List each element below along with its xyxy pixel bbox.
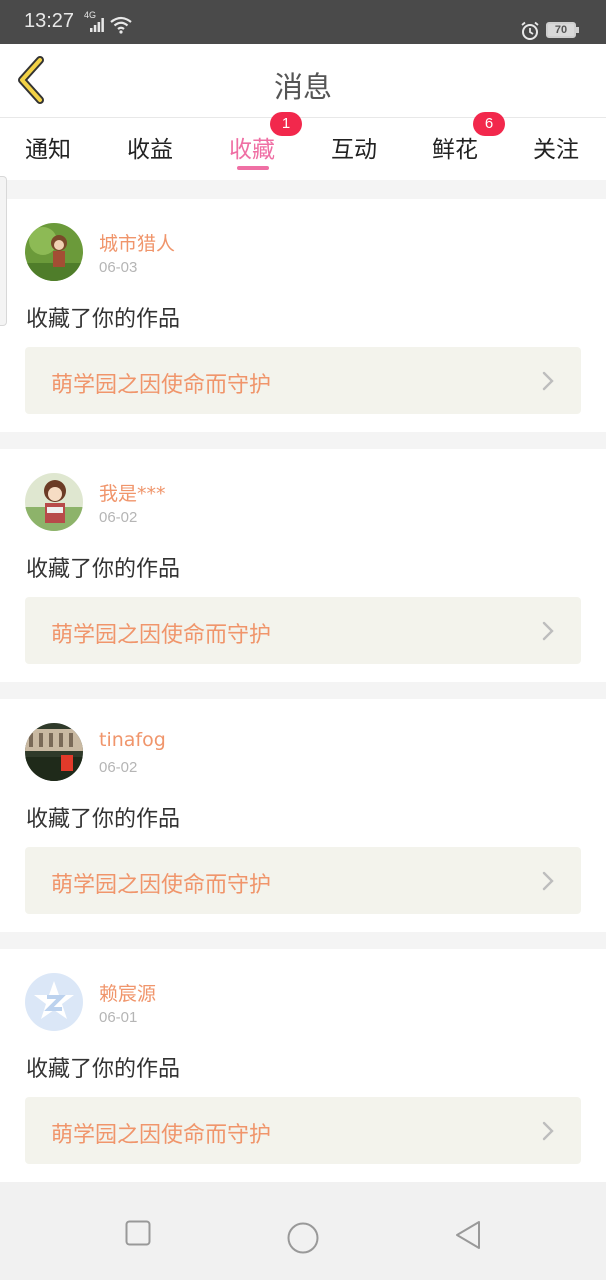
tab-bar: 通知 收益 收藏 1 互动 鲜花 6 关注 [0, 112, 606, 180]
favorite-list-item: 赖宸源 06-01 收藏了你的作品 萌学园之因使命而守护 [0, 949, 606, 1182]
work-title: 萌学园之因使命而守护 [51, 1123, 272, 1148]
item-date: 06-02 [99, 509, 138, 526]
work-link[interactable]: 萌学园之因使命而守护 [25, 847, 581, 914]
action-text: 收藏了你的作品 [26, 307, 181, 332]
action-text: 收藏了你的作品 [26, 807, 181, 832]
user-name[interactable]: 我是*** [99, 479, 166, 506]
active-tab-indicator [237, 166, 269, 170]
chevron-right-icon [542, 871, 554, 891]
tab-interactions[interactable]: 互动 [331, 130, 377, 164]
circle-home-icon[interactable] [287, 1222, 319, 1254]
work-title: 萌学园之因使命而守护 [51, 623, 272, 648]
triangle-back-icon[interactable] [454, 1220, 482, 1250]
square-recent-icon[interactable] [125, 1220, 151, 1246]
chevron-right-icon [542, 371, 554, 391]
action-text: 收藏了你的作品 [26, 1057, 181, 1082]
work-link[interactable]: 萌学园之因使命而守护 [25, 1097, 581, 1164]
user-name[interactable]: 赖宸源 [99, 979, 156, 1006]
favorites-count-badge: 1 [270, 112, 302, 136]
tab-earnings[interactable]: 收益 [127, 130, 173, 164]
action-text: 收藏了你的作品 [26, 557, 181, 582]
chevron-right-icon [542, 1121, 554, 1141]
work-link[interactable]: 萌学园之因使命而守护 [25, 597, 581, 664]
avatar[interactable] [25, 473, 83, 531]
work-link[interactable]: 萌学园之因使命而守护 [25, 347, 581, 414]
status-bar: 13:27 4G 70 [0, 0, 606, 44]
alarm-icon [521, 21, 539, 40]
user-name[interactable]: 城市猎人 [99, 229, 175, 256]
item-date: 06-03 [99, 259, 138, 276]
flowers-count-badge: 6 [473, 112, 505, 136]
avatar[interactable] [25, 223, 83, 281]
tab-follows[interactable]: 关注 [533, 130, 579, 164]
user-name[interactable]: tinafog [99, 729, 166, 751]
status-time: 13:27 [24, 10, 75, 32]
system-nav-bar [0, 1182, 606, 1280]
default-avatar-icon[interactable] [25, 973, 83, 1031]
battery-indicator: 70 [546, 22, 579, 38]
favorite-list-item: 我是*** 06-02 收藏了你的作品 萌学园之因使命而守护 [0, 449, 606, 682]
top-app-bar: 消息 [0, 44, 606, 118]
signal-icon [90, 18, 104, 32]
chevron-right-icon [542, 621, 554, 641]
avatar[interactable] [25, 723, 83, 781]
favorite-list-item: tinafog 06-02 收藏了你的作品 萌学园之因使命而守护 [0, 699, 606, 932]
favorite-list-item: 城市猎人 06-03 收藏了你的作品 萌学园之因使命而守护 [0, 199, 606, 432]
tab-favorites[interactable]: 收藏 [229, 130, 275, 164]
edge-drag-handle[interactable] [0, 176, 7, 326]
work-title: 萌学园之因使命而守护 [51, 873, 272, 898]
tab-notifications[interactable]: 通知 [25, 130, 71, 164]
item-date: 06-01 [99, 1009, 138, 1026]
work-title: 萌学园之因使命而守护 [51, 373, 272, 398]
page-title: 消息 [273, 70, 332, 104]
wifi-icon [110, 16, 132, 34]
tab-flowers[interactable]: 鲜花 [432, 130, 478, 164]
item-date: 06-02 [99, 759, 138, 776]
